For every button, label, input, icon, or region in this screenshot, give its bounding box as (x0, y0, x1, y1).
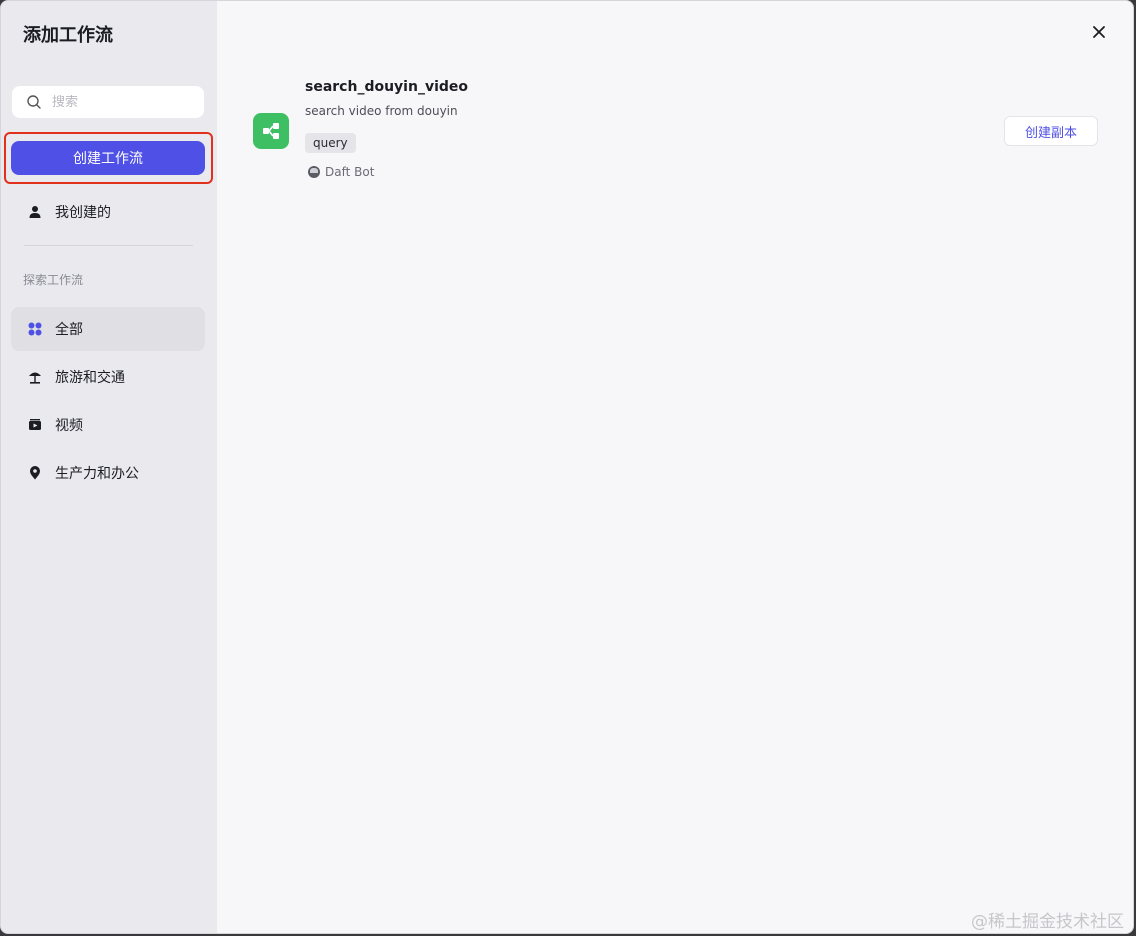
close-button[interactable] (1089, 23, 1109, 43)
close-icon (1092, 24, 1106, 43)
sidebar-item-label: 视频 (55, 418, 83, 434)
sidebar-item-all[interactable]: 全部 (11, 307, 205, 351)
watermark: @稀土掘金技术社区 (971, 912, 1124, 932)
dialog-title: 添加工作流 (23, 25, 113, 46)
sidebar-item-label: 全部 (55, 322, 83, 338)
author-name: Daft Bot (325, 165, 375, 179)
workflow-name: search_douyin_video (305, 79, 469, 95)
video-icon (27, 417, 43, 433)
search-input[interactable] (52, 94, 182, 110)
add-workflow-dialog: 添加工作流 创建工作流 我创建的 探索工作流 全部 (0, 0, 1134, 934)
create-workflow-button[interactable]: 创建工作流 (11, 141, 205, 175)
sidebar-item-my-created[interactable]: 我创建的 (11, 190, 205, 234)
explore-section-label: 探索工作流 (23, 273, 84, 287)
sidebar: 添加工作流 创建工作流 我创建的 探索工作流 全部 (1, 1, 217, 933)
sidebar-item-productivity[interactable]: 生产力和办公 (11, 451, 205, 495)
location-pin-icon (27, 465, 43, 481)
beach-umbrella-icon (27, 369, 43, 385)
workflow-author: Daft Bot (308, 165, 374, 179)
workflow-icon (253, 113, 289, 149)
workflow-description: search video from douyin (305, 104, 458, 118)
grid-icon (27, 321, 43, 337)
avatar (308, 166, 320, 178)
sidebar-item-video[interactable]: 视频 (11, 403, 205, 447)
workflow-tag: query (305, 133, 356, 153)
create-copy-button[interactable]: 创建副本 (1004, 116, 1098, 146)
sidebar-item-label: 生产力和办公 (55, 466, 139, 482)
sidebar-item-travel[interactable]: 旅游和交通 (11, 355, 205, 399)
search-icon (26, 93, 44, 111)
sidebar-divider (24, 245, 193, 246)
search-field[interactable] (12, 86, 204, 118)
user-icon (27, 204, 43, 220)
sidebar-item-label: 我创建的 (55, 205, 111, 221)
sidebar-item-label: 旅游和交通 (55, 370, 125, 386)
